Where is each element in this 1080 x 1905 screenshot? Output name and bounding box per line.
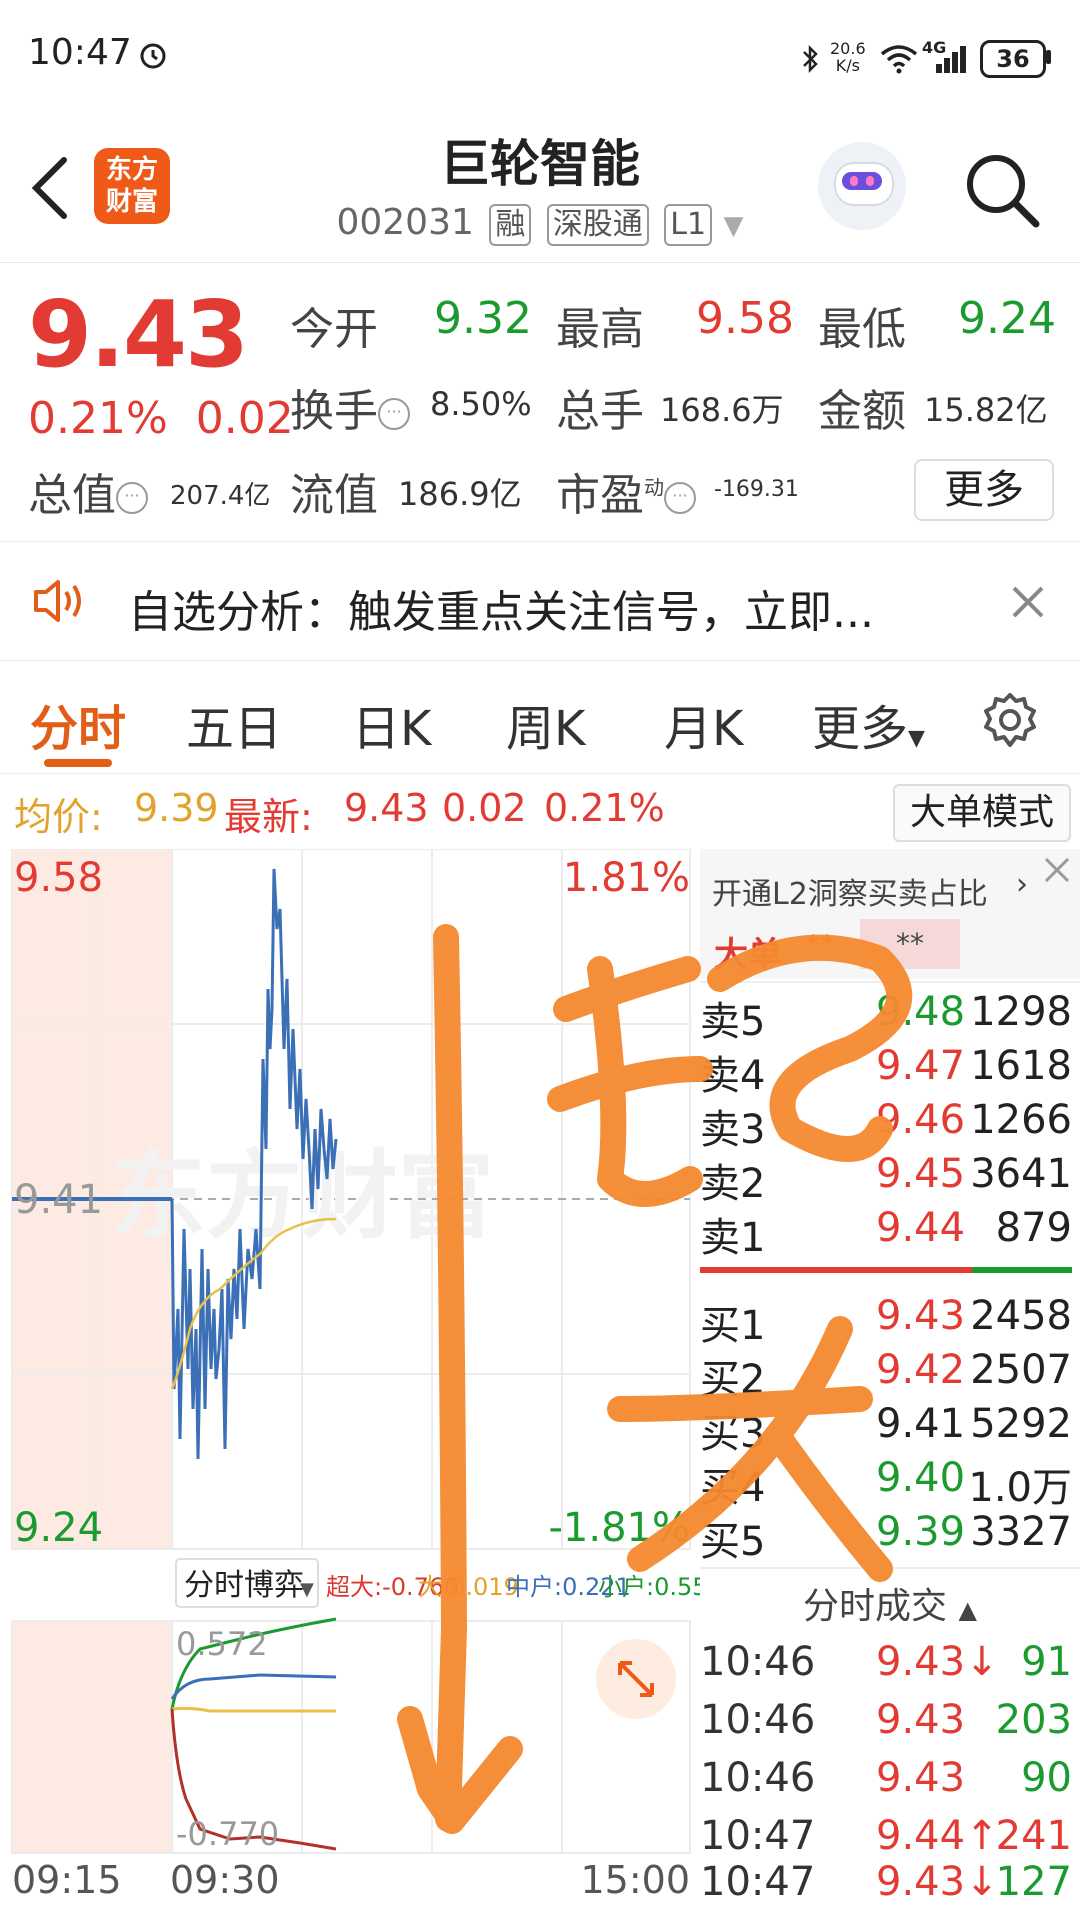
stroke-7 bbox=[767, 1426, 893, 1582]
close-icon[interactable] bbox=[1010, 584, 1046, 620]
notice-text: 自选分析：触发重点关注信号，立即... bbox=[128, 587, 874, 638]
big-order-mode-button[interactable]: 大单模式 bbox=[893, 784, 1071, 842]
stock-code-row[interactable]: 002031 融 深股通 L1 ▼ bbox=[0, 202, 1080, 246]
tab-daily-k[interactable]: 日K bbox=[352, 689, 431, 759]
latest-change: 0.02 bbox=[442, 786, 527, 830]
notice-bar[interactable]: 自选分析：触发重点关注信号，立即... bbox=[0, 542, 1080, 661]
tag-connect: 深股通 bbox=[546, 204, 649, 246]
speaker-icon bbox=[34, 580, 81, 622]
tab-monthly-k[interactable]: 月K bbox=[664, 689, 743, 759]
info-icon: ··· bbox=[378, 398, 410, 430]
alarm-icon bbox=[140, 43, 166, 69]
latest-value: 9.43 bbox=[344, 786, 429, 830]
volume-value: 168.6万 bbox=[660, 391, 784, 429]
high-value: 9.58 bbox=[696, 293, 794, 344]
turnover-value: 8.50% bbox=[430, 385, 532, 423]
stock-name: 巨轮智能 bbox=[440, 135, 640, 193]
pe-value: -169.31 bbox=[714, 477, 799, 502]
price-change: 0.21% 0.02 bbox=[28, 393, 294, 444]
stroke-1 bbox=[553, 956, 701, 1022]
chart-area: 东方财富 9.58 9.41 9.24 1.81% -1.81% 分时博弈 ▼ … bbox=[0, 849, 1080, 1905]
tab-more[interactable]: 更多▼ bbox=[812, 689, 925, 759]
status-bar: 10:47 20.6 K/s 4G 36 bbox=[0, 0, 1080, 110]
status-time: 10:47 bbox=[28, 32, 132, 73]
volume-label: 总手 bbox=[556, 386, 644, 437]
bluetooth-icon bbox=[803, 44, 818, 74]
more-button[interactable]: 更多 bbox=[914, 459, 1054, 521]
tab-weekly-k[interactable]: 周K bbox=[506, 689, 585, 759]
quote-panel: 9.43 0.21% 0.02 今开 9.32 最高 9.58 最低 9.24 … bbox=[0, 263, 1080, 542]
info-icon: ··· bbox=[116, 482, 148, 514]
avg-value: 9.39 bbox=[134, 786, 219, 830]
high-label: 最高 bbox=[556, 304, 644, 355]
stroke-2 bbox=[547, 1056, 713, 1112]
stock-code: 002031 bbox=[336, 202, 474, 243]
last-price: 9.43 bbox=[28, 281, 249, 388]
avg-label: 均价: bbox=[14, 795, 103, 839]
battery-icon: 36 bbox=[980, 40, 1046, 78]
amount-value: 15.82亿 bbox=[924, 391, 1048, 429]
app-header: 东方 财富 巨轮智能 002031 融 深股通 L1 ▼ bbox=[0, 110, 1080, 263]
tab-five-day[interactable]: 五日 bbox=[186, 689, 282, 759]
mktcap-label[interactable]: 总值 ··· bbox=[28, 459, 148, 523]
stroke-6 bbox=[627, 1316, 853, 1572]
pe-label[interactable]: 市盈动 ··· bbox=[556, 459, 696, 523]
info-icon: ··· bbox=[664, 482, 696, 514]
mktcap-value: 207.4亿 bbox=[170, 481, 271, 511]
robot-assistant-icon[interactable] bbox=[818, 142, 906, 230]
latest-label: 最新: bbox=[224, 795, 313, 839]
float-label: 流值 bbox=[290, 470, 378, 521]
wifi-icon bbox=[880, 45, 918, 74]
signal-icon bbox=[936, 46, 966, 73]
dropdown-icon: ▼ bbox=[908, 726, 925, 751]
dropdown-icon: ▼ bbox=[723, 211, 744, 241]
open-label: 今开 bbox=[290, 304, 378, 355]
low-value: 9.24 bbox=[958, 293, 1056, 344]
open-value: 9.32 bbox=[434, 293, 532, 344]
avg-price-row: 均价: 9.39 最新: 9.43 0.02 0.21% 大单模式 bbox=[0, 774, 1080, 848]
low-label: 最低 bbox=[818, 304, 906, 355]
latest-pct: 0.21% bbox=[544, 786, 665, 830]
stroke-5 bbox=[607, 1386, 873, 1422]
net-speed: 20.6 K/s bbox=[830, 39, 866, 75]
active-tab-indicator bbox=[44, 759, 112, 767]
handwritten-annotation bbox=[397, 924, 913, 1834]
tag-margin: 融 bbox=[489, 204, 532, 246]
tag-level: L1 bbox=[664, 204, 713, 246]
search-icon[interactable] bbox=[962, 150, 1042, 230]
arrow-shaft bbox=[433, 924, 467, 1832]
tab-intraday[interactable]: 分时 bbox=[30, 689, 126, 759]
amount-label: 金额 bbox=[818, 386, 906, 437]
turnover-label[interactable]: 换手 ··· bbox=[290, 375, 410, 439]
chart-tabs: 分时 五日 日K 周K 月K 更多▼ bbox=[0, 661, 1080, 774]
stroke-4 bbox=[707, 934, 913, 1162]
float-value: 186.9亿 bbox=[398, 475, 522, 513]
gear-icon[interactable] bbox=[980, 691, 1040, 751]
